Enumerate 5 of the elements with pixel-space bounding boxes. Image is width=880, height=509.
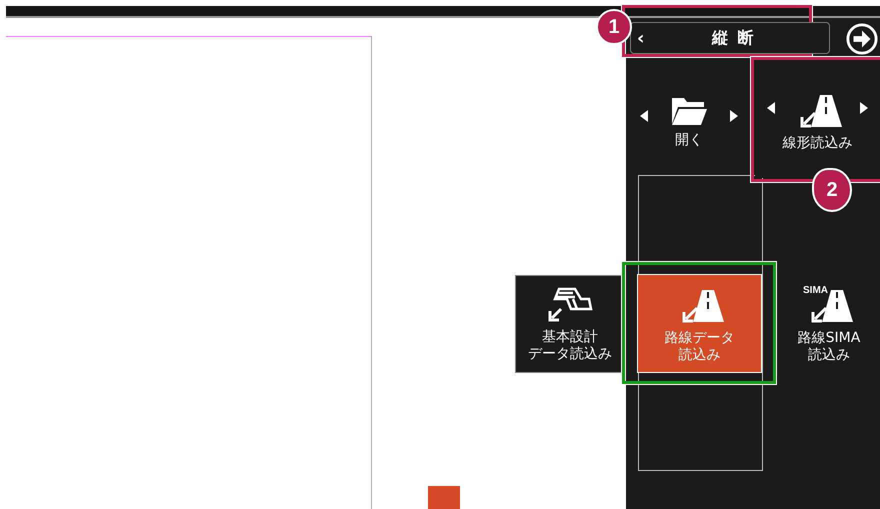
tool-tile[interactable]: 路線データ 読込み <box>637 274 762 373</box>
title-button[interactable]: ‹ 縦 断 <box>630 22 830 54</box>
folder-icon <box>670 96 708 126</box>
scroll-marker <box>428 486 460 509</box>
structure-import-icon <box>547 285 593 323</box>
